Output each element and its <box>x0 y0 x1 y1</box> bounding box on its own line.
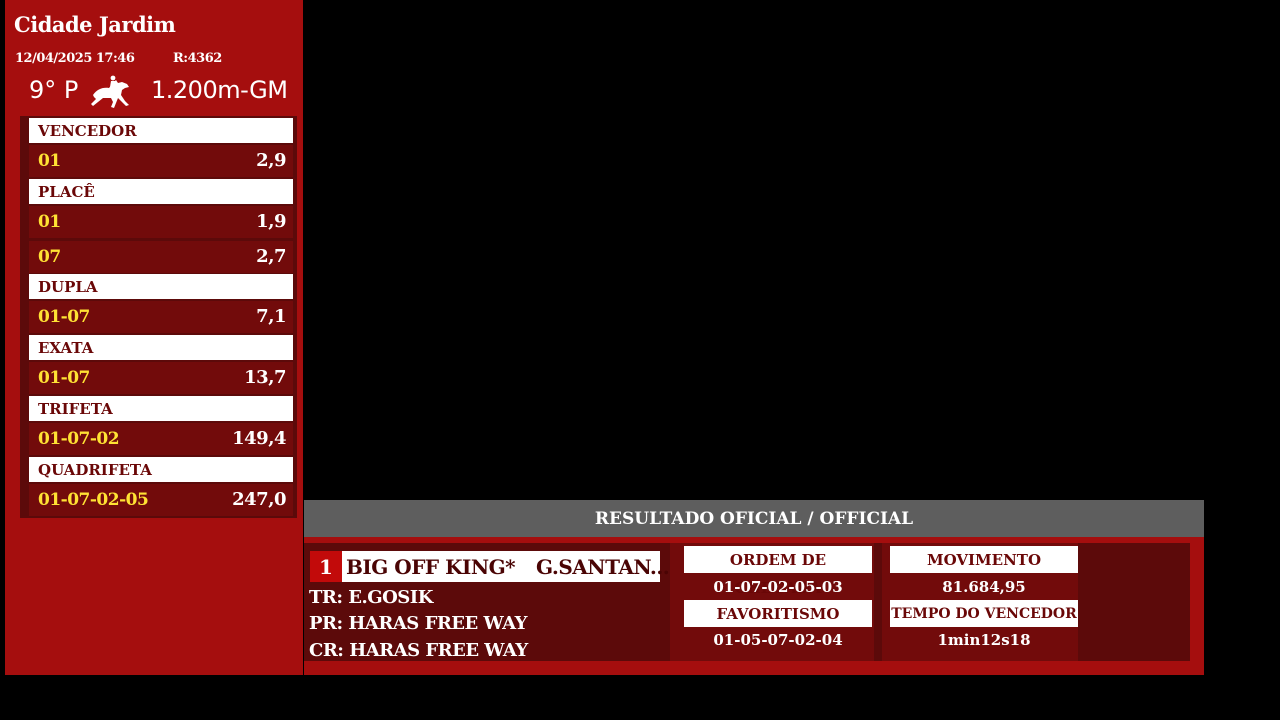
race-number: 9° P <box>29 76 79 104</box>
bet-value: 13,7 <box>244 367 286 388</box>
winner-number: 1 <box>310 551 342 582</box>
official-result-panel: RESULTADO OFICIAL / OFFICIAL 1 BIG OFF K… <box>304 500 1204 675</box>
winner-jockey: G.SANTAN... <box>536 555 670 579</box>
bet-combo: 01-07-02 <box>38 429 120 449</box>
bet-header-exata: EXATA <box>29 335 293 360</box>
result-body: 1 BIG OFF KING* G.SANTAN... TR: E.GOSIK … <box>304 537 1204 675</box>
bet-combo: 01-07-02-05 <box>38 490 149 510</box>
dividends-panel: Cidade Jardim 12/04/2025 17:46 R:4362 9°… <box>5 0 303 675</box>
bet-value: 2,9 <box>256 150 286 171</box>
bet-row: 01 2,9 <box>29 145 293 177</box>
bet-combo: 01 <box>38 151 61 171</box>
bet-header-place: PLACÊ <box>29 179 293 204</box>
race-date: 12/04/2025 17:46 <box>15 51 135 66</box>
bet-row: 07 2,7 <box>29 241 293 273</box>
winner-box: 1 BIG OFF KING* G.SANTAN... <box>310 551 670 582</box>
arrival-label: ORDEM DE CHEGADA <box>684 546 872 597</box>
favorites-label: FAVORITISMO <box>684 600 872 627</box>
bet-header-quadrifeta: QUADRIFETA <box>29 457 293 482</box>
bet-row: 01-07 13,7 <box>29 362 293 394</box>
result-title: RESULTADO OFICIAL / OFFICIAL <box>304 500 1204 537</box>
bet-value: 1,9 <box>256 211 286 232</box>
favorites-value: 01-05-07-02-04 <box>713 631 843 649</box>
bet-header-trifeta: TRIFETA <box>29 396 293 421</box>
race-distance: 1.200m-GM <box>151 76 288 104</box>
bet-row: 01 1,9 <box>29 206 293 238</box>
winner-name: BIG OFF KING* <box>346 555 516 579</box>
arrival-value: 01-07-02-05-03 <box>713 578 843 596</box>
breeder: CR: HARAS FREE WAY <box>309 640 528 661</box>
race-ref: R:4362 <box>173 51 222 66</box>
bet-row: 01-07-02 149,4 <box>29 423 293 455</box>
owner: PR: HARAS FREE WAY <box>309 613 528 634</box>
bet-combo: 01-07 <box>38 368 90 388</box>
bet-combo: 07 <box>38 247 61 267</box>
trainer: TR: E.GOSIK <box>309 587 433 608</box>
bet-value: 2,7 <box>256 246 286 267</box>
bet-row: 01-07-02-05 247,0 <box>29 484 293 516</box>
bet-value: 7,1 <box>256 306 286 327</box>
bet-header-dupla: DUPLA <box>29 274 293 299</box>
bet-value: 149,4 <box>232 428 286 449</box>
bet-value: 247,0 <box>232 489 286 510</box>
winner-time-label: TEMPO DO VENCEDOR <box>890 600 1078 627</box>
winner-time-value: 1min12s18 <box>937 631 1031 649</box>
result-inner: 1 BIG OFF KING* G.SANTAN... TR: E.GOSIK … <box>304 543 1190 661</box>
bet-combo: 01 <box>38 212 61 232</box>
race-result-screen: Cidade Jardim 12/04/2025 17:46 R:4362 9°… <box>0 0 1280 720</box>
horse-rider-icon <box>91 75 129 108</box>
bet-row: 01-07 7,1 <box>29 301 293 333</box>
turnover-value: 81.684,95 <box>942 578 1026 596</box>
venue-name: Cidade Jardim <box>14 12 176 37</box>
turnover-label: MOVIMENTO <box>890 546 1078 573</box>
bet-combo: 01-07 <box>38 307 90 327</box>
bet-header-vencedor: VENCEDOR <box>29 118 293 143</box>
